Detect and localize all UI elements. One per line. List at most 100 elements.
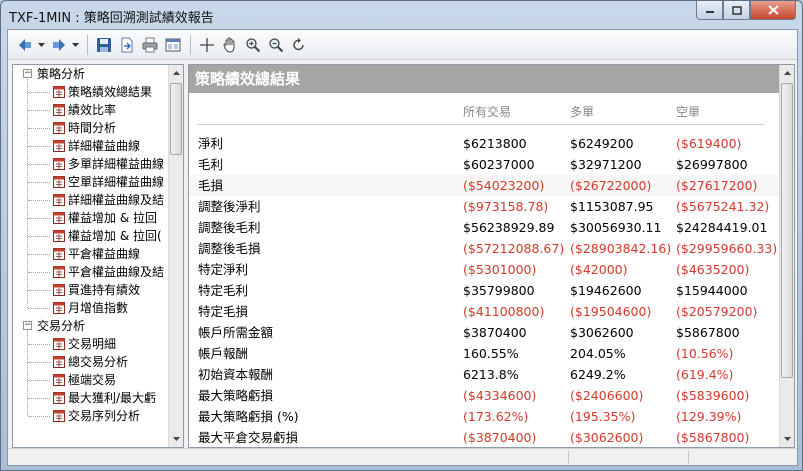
crosshair-button[interactable] — [196, 34, 218, 56]
tree-connector — [28, 344, 50, 345]
tree-item[interactable]: 權益增加 & 拉回 — [13, 209, 169, 227]
close-button[interactable] — [750, 1, 796, 20]
back-dropdown[interactable] — [37, 34, 45, 56]
metric-label: 特定毛利 — [198, 283, 249, 298]
scroll-down-arrow[interactable] — [780, 431, 794, 447]
metric-value-short: $24284419.01 — [676, 220, 768, 235]
tree-connector — [27, 79, 28, 308]
tree-connector — [28, 218, 50, 219]
report-page-icon — [53, 266, 65, 278]
metric-value-long: $3062600 — [570, 325, 634, 340]
metric-value-short: ($619400) — [676, 136, 742, 151]
tree-connector — [28, 380, 50, 381]
collapse-toggle-icon[interactable]: − — [23, 321, 32, 330]
table-row: 最大平倉交易虧損 ($3870400) ($3062600) ($5867800) — [189, 427, 780, 447]
tree-item-label: 時間分析 — [68, 121, 117, 135]
tree-item[interactable]: 最大獲利/最大虧 — [13, 389, 169, 407]
report-page-icon — [53, 374, 65, 386]
report-page-icon — [53, 338, 65, 350]
tree-item-label: 策略績效總結果 — [68, 85, 153, 99]
tree-connector — [28, 146, 50, 147]
table-row: 調整後淨利 ($973158.78) $1153087.95 ($5675241.32… — [189, 196, 780, 217]
tree-item-label: 績效比率 — [68, 103, 117, 117]
report-panel: 策略績效總結果 所有交易 多單 空單 淨利 $6213800 $6249200 ($6… — [188, 64, 795, 448]
chevron-down-icon — [784, 437, 791, 441]
forward-button[interactable] — [48, 34, 70, 56]
report-page-icon — [53, 104, 65, 116]
zoom-in-button[interactable] — [242, 34, 264, 56]
metric-value-long: ($42000) — [570, 262, 628, 277]
metric-value-all: ($57212088.67) — [463, 241, 565, 256]
hand-button[interactable] — [219, 34, 241, 56]
tree-item[interactable]: 總交易分析 — [13, 353, 169, 371]
collapse-toggle-icon[interactable]: − — [23, 69, 32, 78]
refresh-button[interactable] — [288, 34, 310, 56]
tree-item-label: 多單詳細權益曲線 — [68, 157, 165, 171]
metric-value-all: ($4334600) — [463, 388, 537, 403]
report-page-icon — [53, 284, 65, 296]
tree-item[interactable]: 時間分析 — [13, 119, 169, 137]
tree-connector — [28, 416, 50, 417]
tree-connector — [28, 182, 50, 183]
report-scrollbar[interactable] — [779, 65, 794, 447]
tree-connector — [28, 272, 50, 273]
status-bar — [8, 448, 797, 465]
forward-dropdown[interactable] — [71, 34, 79, 56]
tree-item[interactable]: 空單詳細權益曲線 — [13, 173, 169, 191]
scrollbar-thumb[interactable] — [781, 83, 793, 378]
tree-item[interactable]: 交易序列分析 — [13, 407, 169, 425]
tree-connector — [28, 110, 50, 111]
header-divider — [197, 124, 765, 125]
back-button[interactable] — [14, 34, 36, 56]
tree-item[interactable]: 月增值指數 — [13, 299, 169, 317]
table-row: 調整後毛利 $56238929.89 $30056930.11 $24284419.0… — [189, 217, 780, 238]
print-button[interactable] — [139, 34, 161, 56]
refresh-icon — [293, 37, 304, 50]
export-button[interactable] — [116, 34, 138, 56]
tree-item[interactable]: 策略績效總結果 — [13, 83, 169, 101]
metric-value-long: ($26722000) — [570, 178, 652, 193]
metric-value-short: ($20579200) — [676, 304, 758, 319]
save-button[interactable] — [93, 34, 115, 56]
zoom-out-icon — [269, 37, 284, 52]
metric-value-all: ($5301000) — [463, 262, 537, 277]
metric-value-short: (129.39%) — [676, 409, 742, 424]
scroll-up-arrow[interactable] — [169, 65, 183, 81]
metric-label: 帳戶報酬 — [198, 346, 249, 361]
tree-item[interactable]: 多單詳細權益曲線 — [13, 155, 169, 173]
tree-item[interactable]: 極端交易 — [13, 371, 169, 389]
tree-connector — [28, 398, 50, 399]
minimize-button[interactable] — [696, 1, 723, 20]
scrollbar-thumb[interactable] — [170, 83, 182, 155]
report-page-icon — [53, 158, 65, 170]
scroll-down-arrow[interactable] — [169, 431, 183, 447]
zoom-out-button[interactable] — [265, 34, 287, 56]
navigation-tree-panel: − 策略分析策略績效總結果 績效比率時間分析詳細權益曲線多單詳細權益曲線空單詳細權益… — [12, 64, 184, 448]
tree-item[interactable]: 平倉權益曲線及結 — [13, 263, 169, 281]
tree-scrollbar[interactable] — [168, 65, 183, 447]
maximize-button[interactable] — [723, 1, 750, 20]
tree-item-label: 權益增加 & 拉回 — [68, 211, 157, 225]
client-area: − 策略分析策略績效總結果 績效比率時間分析詳細權益曲線多單詳細權益曲線空單詳細權益… — [7, 29, 798, 466]
tree-connector — [28, 128, 50, 129]
table-row: 初始資本報酬 6213.8% 6249.2% (619.4%) — [189, 364, 780, 385]
tree-group[interactable]: − 交易分析 — [13, 317, 169, 335]
tree-item[interactable]: 詳細權益曲線及結 — [13, 191, 169, 209]
scroll-up-arrow[interactable] — [780, 65, 794, 81]
tree-item[interactable]: 交易明細 — [13, 335, 169, 353]
tree-item[interactable]: 詳細權益曲線 — [13, 137, 169, 155]
table-row: 最大策略虧損 ($4334600) ($2406600) ($5839600) — [189, 385, 780, 406]
tree-item[interactable]: 買進持有績效 — [13, 281, 169, 299]
metric-value-all: $6213800 — [463, 136, 527, 151]
tree-item[interactable]: 績效比率 — [13, 101, 169, 119]
metric-value-long: ($2406600) — [570, 388, 644, 403]
metric-value-long: 6249.2% — [570, 367, 626, 382]
export-icon — [121, 37, 133, 52]
tree-item-label: 總交易分析 — [68, 355, 129, 369]
table-row: 帳戶所需金額 $3870400 $3062600 $5867800 — [189, 322, 780, 343]
tree-item[interactable]: 權益增加 & 拉回( — [13, 227, 169, 245]
tree-item[interactable]: 平倉權益曲線 — [13, 245, 169, 263]
title-bar[interactable]: TXF-1MIN : 策略回溯測試績效報告 — [1, 1, 802, 29]
tree-group[interactable]: − 策略分析 — [13, 65, 169, 83]
view-button[interactable] — [162, 34, 184, 56]
